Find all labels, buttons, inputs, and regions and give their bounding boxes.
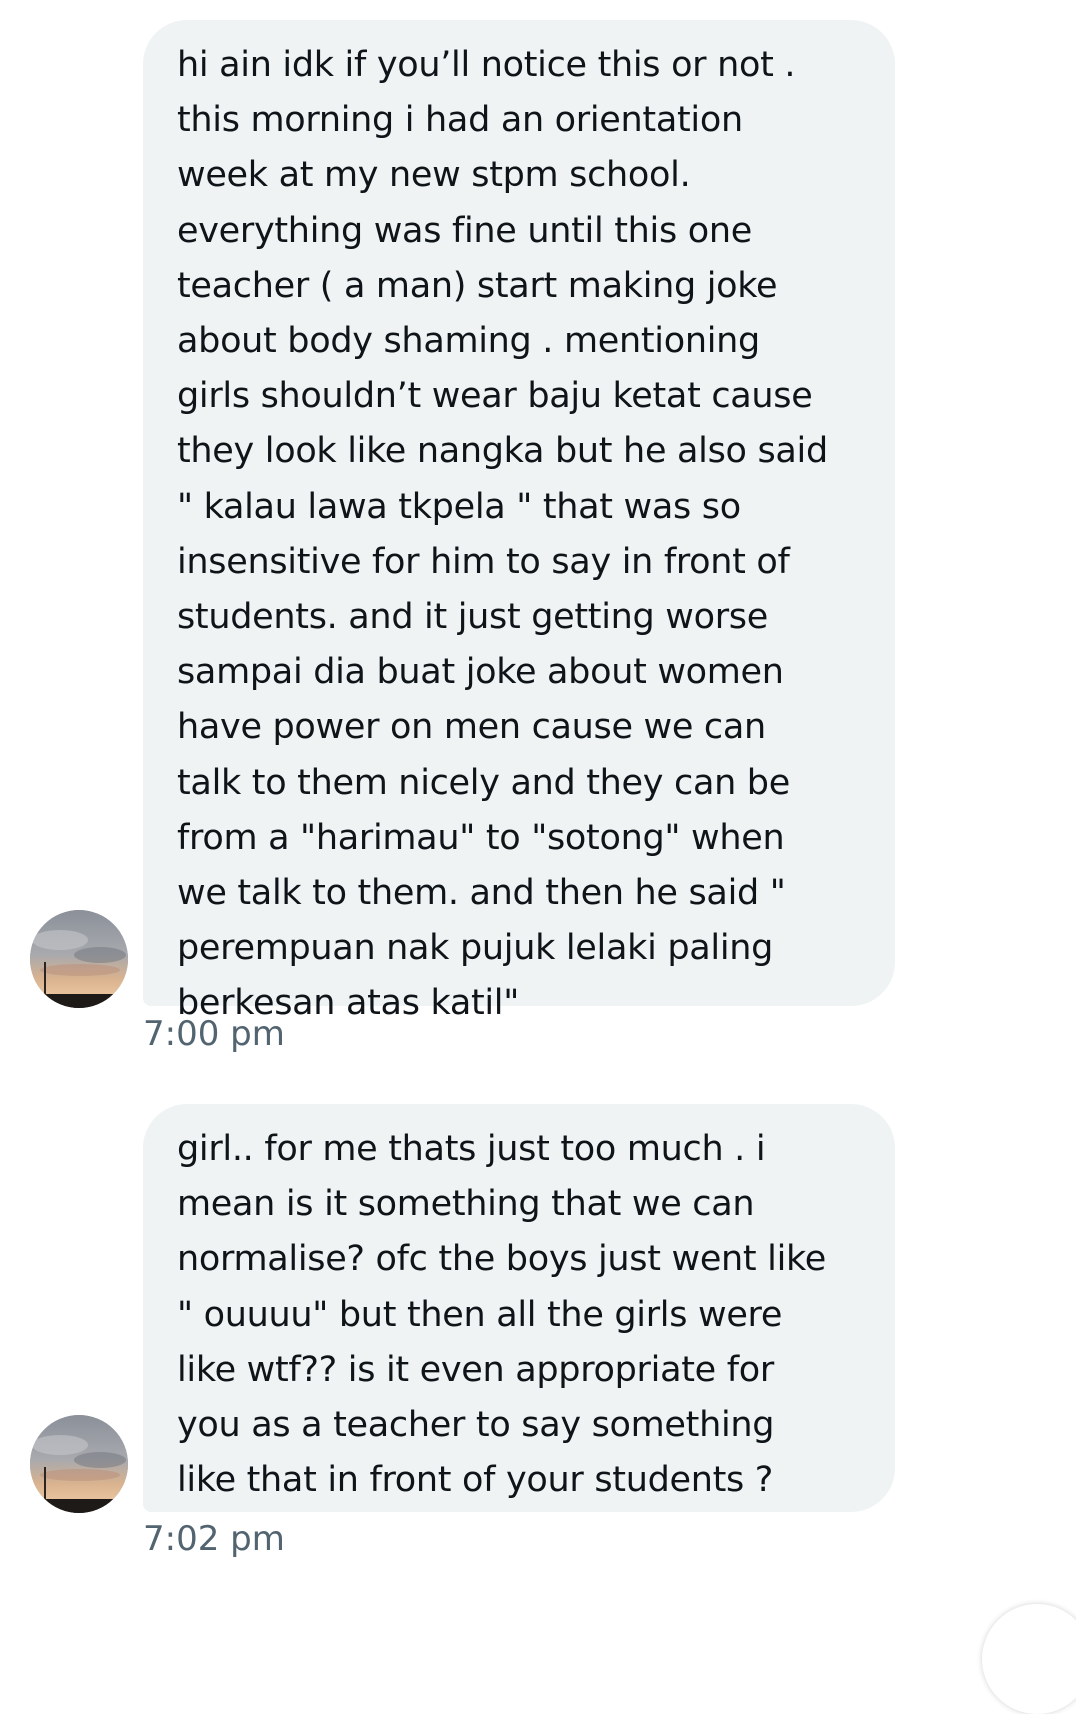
message-line: sampai dia buat joke about women — [177, 652, 784, 693]
message-line: teacher ( a man) start making joke — [177, 265, 778, 306]
message-line: you as a teacher to say something — [177, 1405, 775, 1446]
message-line: hi ain idk if you’ll notice this or not … — [177, 45, 796, 85]
message-line: they look like nangka but he also said — [177, 431, 828, 472]
message-line: week at my new stpm school. — [177, 155, 691, 196]
message-line: insensitive for him to say in front of — [177, 541, 790, 582]
message-line: mean is it something that we can — [177, 1184, 755, 1225]
message-line: like that in front of your students ? — [177, 1460, 774, 1501]
message-line: everything was fine until this one — [177, 210, 752, 251]
scroll-to-bottom-button[interactable] — [982, 1604, 1076, 1714]
message-line: " kalau lawa tkpela " that was so — [177, 486, 741, 527]
message-timestamp: 7:00 pm — [143, 1014, 285, 1054]
message-line: students. and it just getting worse — [177, 597, 768, 638]
message-line: have power on men cause we can — [177, 707, 766, 748]
avatar[interactable] — [30, 1415, 128, 1513]
message-line: about body shaming . mentioning — [177, 321, 760, 362]
message-line: " ouuuu" but then all the girls were — [177, 1294, 783, 1335]
dm-conversation: hi ain idk if you’ll notice this or not … — [0, 0, 1076, 1714]
message-line: this morning i had an orientation — [177, 100, 743, 141]
message-bubble[interactable]: hi ain idk if you’ll notice this or not … — [143, 20, 895, 1023]
message-line: like wtf?? is it even appropriate for — [177, 1349, 774, 1390]
message-line: talk to them nicely and they can be — [177, 762, 790, 803]
message-bubble[interactable]: girl.. for me thats just too much . i me… — [143, 1104, 895, 1512]
message-line: from a "harimau" to "sotong" when — [177, 817, 785, 858]
message-line: we talk to them. and then he said " — [177, 873, 786, 914]
message-line: normalise? ofc the boys just went like — [177, 1239, 826, 1280]
avatar[interactable] — [30, 910, 128, 1008]
message-line: girl.. for me thats just too much . i — [177, 1129, 766, 1169]
message-line: perempuan nak pujuk lelaki paling — [177, 928, 774, 969]
sunset-sky-avatar-icon — [30, 1415, 128, 1513]
message-timestamp: 7:02 pm — [143, 1519, 285, 1559]
sunset-sky-avatar-icon — [30, 910, 128, 1008]
message-line: girls shouldn’t wear baju ketat cause — [177, 376, 813, 417]
